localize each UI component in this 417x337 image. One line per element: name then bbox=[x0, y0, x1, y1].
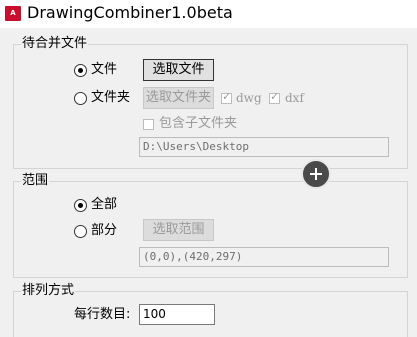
merge-files-group-label: 待合并文件 bbox=[21, 36, 89, 52]
title-bar: A DrawingCombiner1.0beta bbox=[0, 0, 417, 28]
dwg-checkbox[interactable] bbox=[221, 90, 232, 104]
folder-radio[interactable] bbox=[74, 92, 87, 105]
arrange-group: 排列方式 每行数目: 100 bbox=[13, 283, 408, 337]
select-folder-button[interactable]: 选取文件夹 bbox=[143, 87, 214, 109]
arrange-group-label: 排列方式 bbox=[21, 283, 76, 299]
per-row-label: 每行数目: bbox=[74, 307, 131, 322]
app-icon: A bbox=[5, 6, 21, 21]
path-field[interactable]: D:\Users\Desktop bbox=[139, 137, 389, 157]
dxf-checkbox[interactable] bbox=[269, 90, 280, 104]
select-file-button[interactable]: 选取文件 bbox=[143, 59, 214, 81]
dxf-checkbox-label[interactable]: dxf bbox=[285, 90, 304, 106]
include-subfolders-label[interactable]: 包含子文件夹 bbox=[159, 116, 237, 132]
merge-files-group: 待合并文件 文件 选取文件 文件夹 选取文件夹 dwg dxf 包含子文件夹 D… bbox=[13, 36, 408, 169]
window-title: DrawingCombiner1.0beta bbox=[27, 3, 233, 22]
add-icon[interactable] bbox=[301, 159, 331, 189]
range-field[interactable]: (0,0),(420,297) bbox=[139, 247, 389, 267]
dwg-checkbox-label[interactable]: dwg bbox=[236, 90, 262, 106]
include-subfolders-checkbox[interactable] bbox=[143, 119, 154, 130]
all-radio[interactable] bbox=[74, 199, 87, 212]
folder-radio-label[interactable]: 文件夹 bbox=[91, 90, 130, 106]
range-group: 范围 全部 部分 选取范围 (0,0),(420,297) bbox=[13, 173, 408, 278]
partial-radio[interactable] bbox=[74, 225, 87, 238]
partial-radio-label[interactable]: 部分 bbox=[91, 223, 117, 239]
select-range-button[interactable]: 选取范围 bbox=[143, 219, 214, 241]
per-row-input[interactable]: 100 bbox=[139, 304, 215, 325]
all-radio-label[interactable]: 全部 bbox=[91, 197, 117, 213]
file-radio-label[interactable]: 文件 bbox=[91, 62, 117, 78]
range-group-label: 范围 bbox=[21, 173, 50, 189]
file-radio[interactable] bbox=[74, 64, 87, 77]
